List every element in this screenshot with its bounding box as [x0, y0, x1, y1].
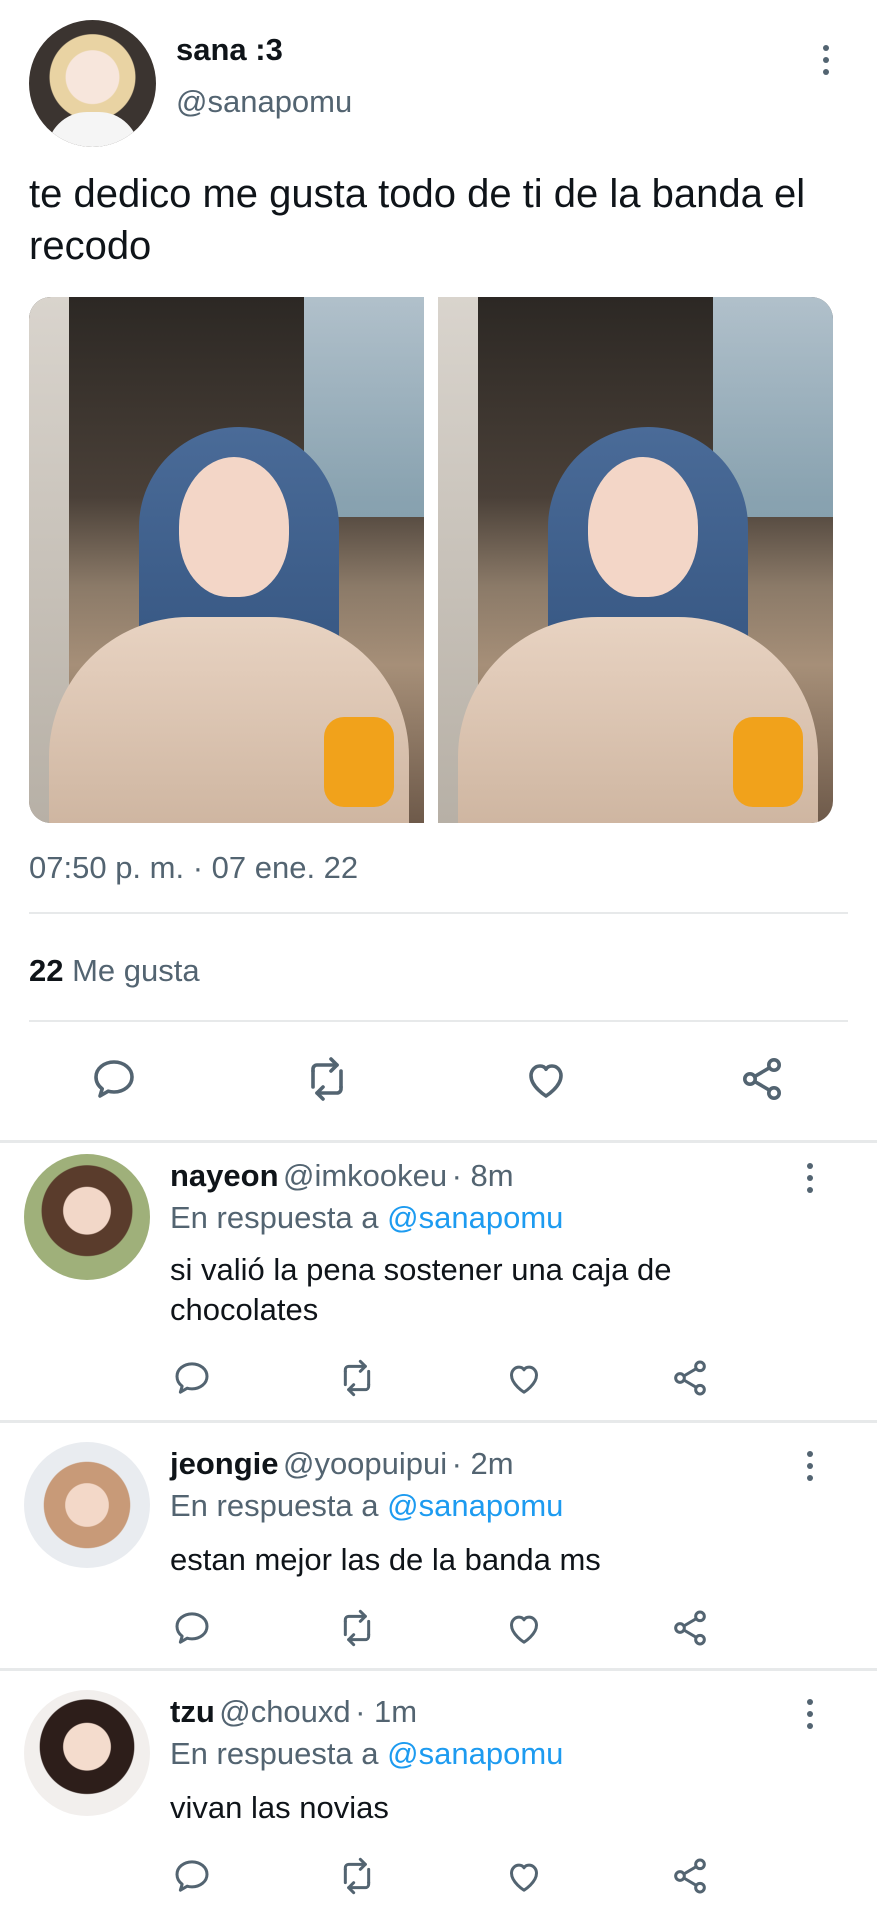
more-vertical-icon[interactable]	[807, 1699, 813, 1735]
reply-prefix: En respuesta a	[170, 1488, 379, 1523]
reply-avatar[interactable]	[24, 1690, 150, 1816]
reply-icon[interactable]	[172, 1608, 212, 1648]
heart-icon[interactable]	[504, 1358, 544, 1398]
retweet-icon[interactable]	[303, 1055, 351, 1103]
reply-time: · 2m	[451, 1446, 514, 1481]
section-separator	[0, 1668, 877, 1671]
reply-avatar[interactable]	[24, 1442, 150, 1568]
share-icon[interactable]	[670, 1358, 710, 1398]
retweet-icon[interactable]	[337, 1608, 377, 1648]
reply-header: nayeon @imkookeu · 8m	[170, 1158, 514, 1194]
divider	[29, 1020, 848, 1022]
reply-author-name[interactable]: tzu	[170, 1694, 215, 1729]
share-icon[interactable]	[670, 1856, 710, 1896]
reply-prefix: En respuesta a	[170, 1736, 379, 1771]
likes-summary[interactable]: 22 Me gusta	[29, 953, 200, 989]
likes-count: 22	[29, 953, 64, 988]
reply-author-name[interactable]: nayeon	[170, 1158, 279, 1193]
reply-author-handle[interactable]: @chouxd	[219, 1694, 350, 1729]
tweet-timestamp[interactable]: 07:50 p. m. · 07 ene. 22	[29, 850, 358, 886]
reply-time: · 8m	[451, 1158, 514, 1193]
reply-header: jeongie @yoopuipui · 2m	[170, 1446, 514, 1482]
more-vertical-icon[interactable]	[823, 45, 829, 81]
author-name[interactable]: sana :3	[176, 32, 283, 68]
reply-text: vivan las novias	[170, 1790, 389, 1825]
reply-icon[interactable]	[172, 1856, 212, 1896]
tweet-photo-2[interactable]	[438, 297, 833, 823]
reply-icon[interactable]	[90, 1055, 138, 1103]
reply-avatar[interactable]	[24, 1154, 150, 1280]
more-vertical-icon[interactable]	[807, 1451, 813, 1487]
reply-context: En respuesta a @sanapomu	[170, 1200, 563, 1236]
reply-prefix: En respuesta a	[170, 1200, 379, 1235]
share-icon[interactable]	[738, 1055, 786, 1103]
divider	[29, 912, 848, 914]
reply-mention[interactable]: @sanapomu	[387, 1200, 563, 1235]
tweet-photo-1[interactable]	[29, 297, 424, 823]
retweet-icon[interactable]	[337, 1856, 377, 1896]
reply-time: · 1m	[355, 1694, 418, 1729]
reply-mention[interactable]: @sanapomu	[387, 1736, 563, 1771]
section-separator	[0, 1140, 877, 1143]
author-handle[interactable]: @sanapomu	[176, 84, 352, 120]
reply-context: En respuesta a @sanapomu	[170, 1488, 563, 1524]
reply-mention[interactable]: @sanapomu	[387, 1488, 563, 1523]
heart-icon[interactable]	[504, 1856, 544, 1896]
tweet-text: te dedico me gusta todo de ti de la band…	[29, 172, 806, 268]
reply-author-name[interactable]: jeongie	[170, 1446, 279, 1481]
author-avatar[interactable]	[29, 20, 156, 147]
reply-author-handle[interactable]: @imkookeu	[283, 1158, 447, 1193]
more-vertical-icon[interactable]	[807, 1163, 813, 1199]
reply-author-handle[interactable]: @yoopuipui	[283, 1446, 447, 1481]
heart-icon[interactable]	[522, 1055, 570, 1103]
reply-text: estan mejor las de la banda ms	[170, 1542, 601, 1577]
reply-icon[interactable]	[172, 1358, 212, 1398]
reply-text: si valió la pena sostener una caja de ch…	[170, 1252, 672, 1327]
likes-label: Me gusta	[72, 953, 200, 988]
reply-context: En respuesta a @sanapomu	[170, 1736, 563, 1772]
share-icon[interactable]	[670, 1608, 710, 1648]
reply-header: tzu @chouxd · 1m	[170, 1694, 417, 1730]
heart-icon[interactable]	[504, 1608, 544, 1648]
retweet-icon[interactable]	[337, 1358, 377, 1398]
section-separator	[0, 1420, 877, 1423]
